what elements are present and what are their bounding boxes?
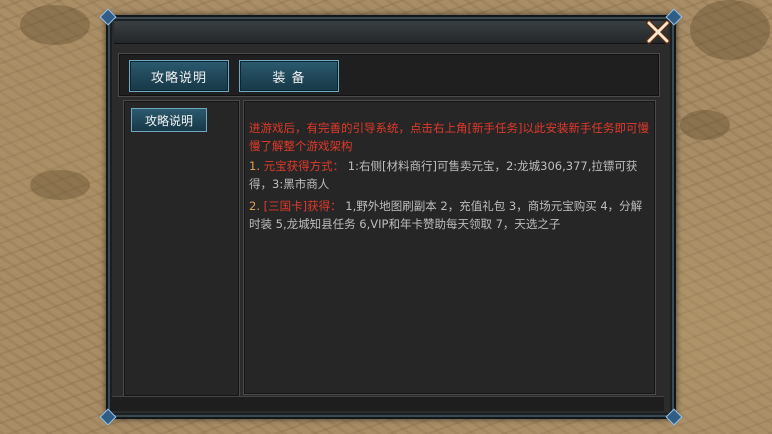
background-shrub <box>30 170 90 200</box>
bottom-border <box>112 396 664 411</box>
section-label: 元宝获得方式： <box>263 159 345 173</box>
corner-gem-icon <box>665 408 683 426</box>
background-shrub <box>20 5 90 45</box>
tab-guide[interactable]: 攻略说明 <box>129 60 229 92</box>
section-number: 1. <box>249 159 260 173</box>
close-x-icon <box>646 20 670 44</box>
intro-text: 进游戏后，有完善的引导系统，点击右上角[新手任务]以此安装新手任务即可慢慢了解整… <box>249 121 649 153</box>
sidebar-item-guide[interactable]: 攻略说明 <box>131 108 207 132</box>
corner-gem-icon <box>99 408 117 426</box>
tab-label: 装 备 <box>272 70 306 86</box>
sidebar-item-label: 攻略说明 <box>144 113 193 128</box>
title-bar[interactable] <box>114 21 668 44</box>
content-panel: 进游戏后，有完善的引导系统，点击右上角[新手任务]以此安装新手任务即可慢慢了解整… <box>243 100 656 395</box>
section-number: 2. <box>249 199 260 213</box>
close-button[interactable] <box>643 17 673 47</box>
tab-bar: 攻略说明 装 备 <box>118 53 660 97</box>
tab-label: 攻略说明 <box>150 70 207 86</box>
section-yuanbao: 1. 元宝获得方式： 1:右侧[材料商行]可售卖元宝，2:龙城306,377,拉… <box>249 157 649 193</box>
background-shrub <box>680 110 730 140</box>
tab-equipment[interactable]: 装 备 <box>239 60 339 92</box>
sidebar: 攻略说明 <box>123 100 240 397</box>
background-shrub <box>690 0 770 60</box>
section-label: [三国卡]获得： <box>263 199 342 213</box>
section-sanguo-card: 2. [三国卡]获得： 1,野外地图刷副本 2，充值礼包 3，商场元宝购买 4，… <box>249 197 649 233</box>
